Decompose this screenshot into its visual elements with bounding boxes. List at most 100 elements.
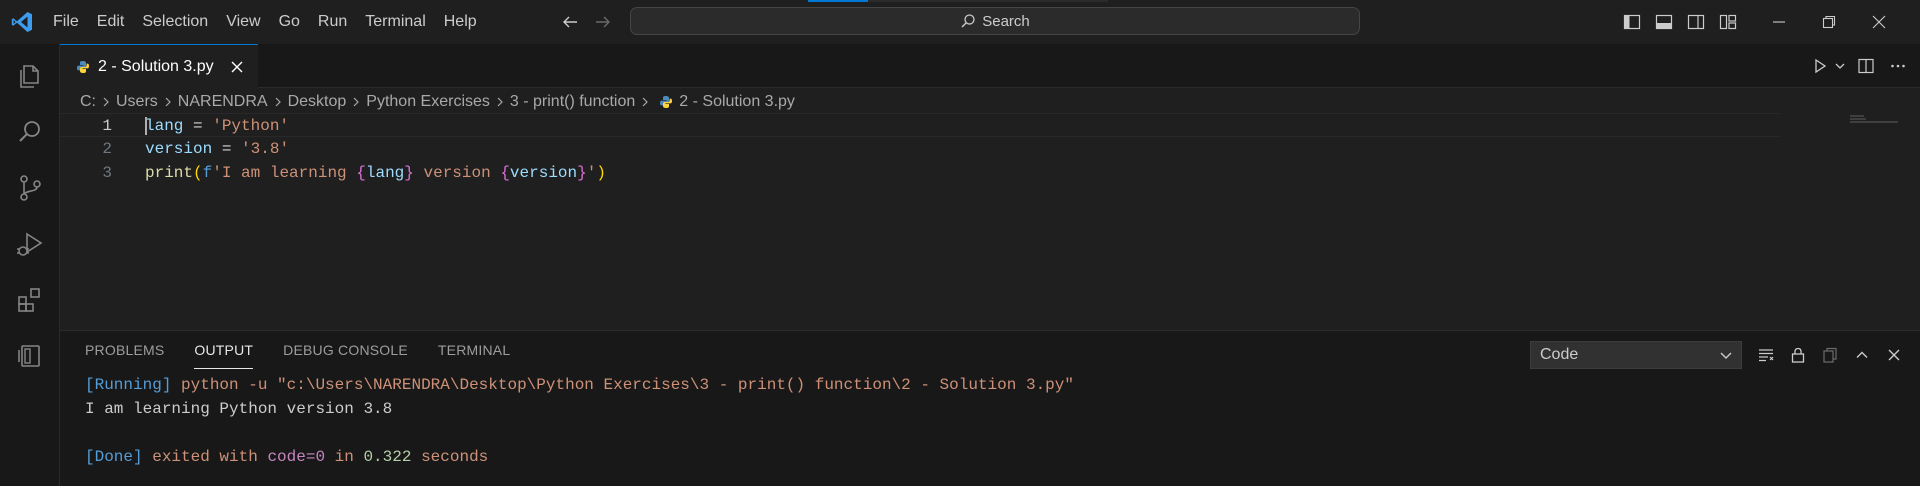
customize-layout-icon[interactable] — [1712, 0, 1744, 44]
remote-explorer-icon[interactable] — [0, 332, 60, 380]
run-python-file-icon[interactable] — [1806, 52, 1834, 80]
forward-arrow-icon[interactable] — [592, 11, 614, 33]
toggle-panel-icon[interactable] — [1648, 0, 1680, 44]
output-line-done: [Done] exited with code=0 in 0.322 secon… — [85, 445, 1074, 469]
token-bracket: } — [404, 164, 414, 182]
minimap[interactable] — [1850, 115, 1900, 125]
code-text: print(f'I am learning {lang} version {ve… — [145, 161, 606, 185]
maximize-panel-icon[interactable] — [1846, 341, 1878, 369]
close-icon[interactable] — [228, 58, 246, 76]
split-editor-icon[interactable] — [1852, 52, 1880, 80]
line-number: 3 — [102, 164, 112, 182]
done-tag: [Done] — [85, 448, 143, 466]
token-string: '3.8' — [241, 140, 290, 158]
token-variable: lang — [145, 117, 184, 135]
run-debug-icon[interactable] — [0, 220, 60, 268]
token-string: 'I am learning — [212, 164, 357, 182]
output-channel-select[interactable]: Code — [1530, 341, 1742, 369]
chevron-right-icon — [163, 96, 173, 108]
copy-output-icon[interactable] — [1814, 341, 1846, 369]
panel-tab-bar: PROBLEMS OUTPUT DEBUG CONSOLE TERMINAL — [85, 331, 510, 369]
command-center-search[interactable]: Search — [630, 7, 1360, 35]
menu-view[interactable]: View — [217, 0, 269, 44]
token-string: version — [413, 164, 501, 182]
code-line[interactable]: 2 version = '3.8' — [60, 137, 1780, 161]
editor-actions — [1806, 44, 1912, 88]
toggle-primary-sidebar-icon[interactable] — [1616, 0, 1648, 44]
clear-output-icon[interactable] — [1750, 341, 1782, 369]
token-bracket: ) — [596, 164, 606, 182]
progress-indicator — [808, 0, 1108, 2]
lock-icon[interactable] — [1782, 341, 1814, 369]
tab-terminal[interactable]: TERMINAL — [438, 331, 510, 369]
python-file-icon — [659, 95, 673, 109]
output-log[interactable]: [Running] python -u "c:\Users\NARENDRA\D… — [85, 373, 1074, 469]
close-panel-icon[interactable] — [1878, 341, 1910, 369]
minimize-icon[interactable] — [1754, 0, 1804, 44]
chevron-down-icon[interactable] — [1832, 52, 1848, 80]
more-actions-icon[interactable] — [1884, 52, 1912, 80]
chevron-right-icon — [351, 96, 361, 108]
tab-solution-3[interactable]: 2 - Solution 3.py — [60, 44, 258, 88]
breadcrumb-user[interactable]: NARENDRA — [178, 93, 268, 111]
tab-label: 2 - Solution 3.py — [98, 57, 214, 75]
menu-run[interactable]: Run — [309, 0, 356, 44]
window-controls — [1754, 0, 1904, 44]
menu-file[interactable]: File — [44, 0, 88, 44]
run-command: python -u "c:\Users\NARENDRA\Desktop\Pyt… — [171, 376, 1074, 394]
tab-problems[interactable]: PROBLEMS — [85, 331, 164, 369]
token-fstring-prefix: f — [202, 164, 213, 182]
chevron-right-icon — [273, 96, 283, 108]
breadcrumb-folder[interactable]: 3 - print() function — [510, 93, 635, 111]
done-text: exited with — [142, 448, 268, 466]
running-tag: [Running] — [85, 376, 172, 394]
vscode-logo-icon[interactable] — [10, 10, 34, 34]
token-variable: version — [509, 164, 578, 182]
title-bar: File Edit Selection View Go Run Terminal… — [0, 0, 1920, 44]
tab-debug-console[interactable]: DEBUG CONSOLE — [283, 331, 408, 369]
menu-bar: File Edit Selection View Go Run Terminal… — [44, 0, 486, 44]
menu-terminal[interactable]: Terminal — [356, 0, 434, 44]
line-number: 1 — [102, 117, 112, 135]
menu-help[interactable]: Help — [435, 0, 486, 44]
menu-selection[interactable]: Selection — [133, 0, 217, 44]
chevron-down-icon — [1719, 348, 1733, 362]
token-bracket: ( — [193, 164, 203, 182]
output-line-running: [Running] python -u "c:\Users\NARENDRA\D… — [85, 373, 1074, 397]
code-editor[interactable]: 1 lang = 'Python' 2 version = '3.8' 3 pr… — [60, 113, 1920, 330]
panel-actions — [1750, 341, 1910, 369]
output-channel-value: Code — [1540, 346, 1579, 363]
source-control-icon[interactable] — [0, 164, 60, 212]
done-text: seconds — [411, 448, 489, 466]
menu-go[interactable]: Go — [270, 0, 309, 44]
menu-edit[interactable]: Edit — [88, 0, 134, 44]
close-window-icon[interactable] — [1854, 0, 1904, 44]
tab-output[interactable]: OUTPUT — [194, 331, 254, 369]
token-variable: lang — [365, 164, 405, 182]
code-line[interactable]: 1 lang = 'Python' — [60, 113, 1780, 137]
toggle-secondary-sidebar-icon[interactable] — [1680, 0, 1712, 44]
done-text: in — [325, 448, 364, 466]
search-label: Search — [982, 12, 1030, 30]
token-function: print — [145, 164, 194, 182]
explorer-icon[interactable] — [0, 52, 60, 100]
line-number: 2 — [102, 140, 112, 158]
restore-icon[interactable] — [1804, 0, 1854, 44]
code-text: version = '3.8' — [145, 137, 289, 161]
breadcrumb-users[interactable]: Users — [116, 93, 158, 111]
token-variable: version — [145, 140, 213, 158]
breadcrumb-desktop[interactable]: Desktop — [288, 93, 347, 111]
back-arrow-icon[interactable] — [559, 11, 581, 33]
breadcrumb-python-exercises[interactable]: Python Exercises — [366, 93, 490, 111]
activity-bar — [0, 44, 60, 486]
extensions-icon[interactable] — [0, 276, 60, 324]
python-file-icon — [76, 60, 90, 74]
search-icon[interactable] — [0, 108, 60, 156]
exit-code: code=0 — [267, 448, 326, 466]
breadcrumb-drive[interactable]: C: — [80, 93, 96, 111]
layout-controls — [1616, 0, 1744, 44]
text-cursor — [145, 117, 147, 135]
bottom-panel: PROBLEMS OUTPUT DEBUG CONSOLE TERMINAL C… — [60, 330, 1920, 486]
breadcrumb-file[interactable]: 2 - Solution 3.py — [679, 93, 795, 111]
code-line[interactable]: 3 print(f'I am learning {lang} version {… — [60, 161, 1780, 185]
